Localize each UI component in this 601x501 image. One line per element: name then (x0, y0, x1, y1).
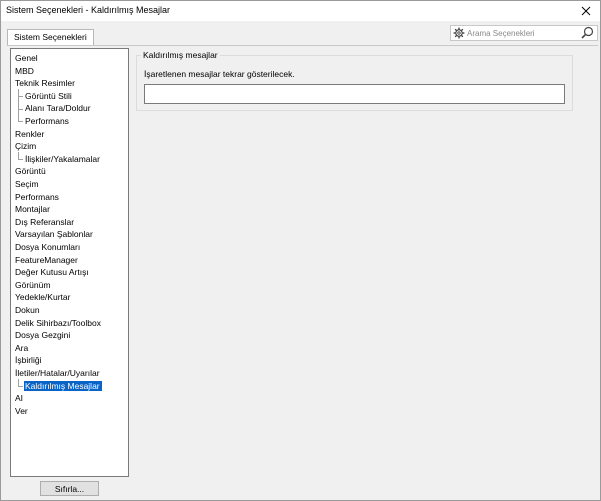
tree-item[interactable]: Görüntü Stili (24, 90, 72, 102)
tree-item[interactable]: AI (15, 392, 23, 404)
tree-connector (18, 378, 19, 386)
gear-icon[interactable] (453, 27, 465, 39)
tree-item-label: Dosya Konumları (15, 242, 81, 252)
tree-connector (18, 88, 19, 122)
tree-item[interactable]: Görünüm (15, 279, 50, 291)
tree-item[interactable]: Çizim (15, 140, 36, 152)
tree-connector (18, 385, 23, 387)
tree-item-label: Görüntü Stili (25, 90, 72, 101)
tree-connector (18, 159, 23, 161)
tree-item[interactable]: Seçim (15, 178, 39, 190)
title-bar: Sistem Seçenekleri - Kaldırılmış Mesajla… (1, 1, 600, 21)
tree-item[interactable]: Delik Sihirbazı/Toolbox (15, 317, 101, 329)
tree-connector (18, 96, 23, 98)
tree-item-label: Seçim (15, 179, 39, 189)
tree-item-label: Yedekle/Kurtar (15, 292, 71, 303)
tree-item[interactable]: Alanı Tara/Doldur (24, 102, 91, 114)
tree-item-label: Renkler (15, 128, 45, 139)
tree-item[interactable]: Varsayılan Şablonlar (15, 228, 93, 240)
tree-item-label: Delik Sihirbazı/Toolbox (15, 317, 101, 328)
tree-item[interactable]: Performans (15, 191, 59, 203)
tree-item-label: Değer Kutusu Artışı (15, 267, 89, 278)
tree-item[interactable]: Genel (15, 52, 38, 64)
tree-item[interactable]: Performans (24, 115, 69, 127)
tree-item-label: İlişkiler/Yakalamalar (25, 153, 100, 164)
tree-item[interactable]: Montajlar (15, 203, 50, 215)
tree-item-label: Çizim (15, 141, 37, 152)
tree-item[interactable]: Dosya Konumları (15, 241, 80, 253)
tree-item[interactable]: İşbirliği (15, 354, 41, 366)
tree-item[interactable]: Değer Kutusu Artışı (15, 266, 89, 278)
group-title: Kaldırılmış mesajlar (141, 50, 220, 60)
tree-item-label: Dış Referanslar (15, 216, 75, 227)
tree-item-label: Teknik Resimler (15, 78, 75, 89)
tree-item[interactable]: MBD (15, 65, 34, 77)
tree-connector (18, 151, 19, 160)
tree-item[interactable]: Ara (15, 342, 28, 354)
tree-item[interactable]: Dokun (15, 304, 40, 316)
window-title: Sistem Seçenekleri - Kaldırılmış Mesajla… (6, 5, 171, 15)
tree-item[interactable]: Kaldırılmış Mesajlar (24, 380, 102, 392)
group-description: İşaretlenen mesajlar tekrar gösterilecek… (144, 69, 295, 79)
tree-item-label: Montajlar (15, 204, 50, 215)
tab-system-options[interactable]: Sistem Seçenekleri (7, 29, 94, 46)
tree-item-label: Dokun (15, 305, 40, 315)
tree-item-label: İletiler/Hatalar/Uyarılar (15, 368, 100, 378)
tree-item[interactable]: Ver (15, 405, 28, 417)
tree-connector (18, 121, 23, 123)
tree-item-label: Ver (15, 405, 28, 416)
tree-item[interactable]: Yedekle/Kurtar (15, 291, 70, 303)
tree-item[interactable]: İlişkiler/Yakalamalar (24, 153, 100, 165)
tree-item[interactable]: Görüntü (15, 165, 46, 177)
tree-item-label: AI (15, 393, 24, 404)
options-tree[interactable]: Genel MBD Teknik Resimler Görüntü Stili Alan… (10, 48, 129, 477)
dismissed-messages-list[interactable] (144, 84, 565, 104)
close-button[interactable] (578, 3, 594, 19)
dismissed-messages-group: Kaldırılmış mesajlar İşaretlenen mesajla… (136, 50, 573, 111)
tree-item-label: FeatureManager (15, 254, 78, 265)
tree-item-label: Görünüm (15, 279, 51, 290)
tree-item[interactable]: Dış Referanslar (15, 216, 74, 228)
tree-item-label: Görüntü (15, 166, 46, 177)
tree-item-label: Performans (15, 191, 59, 202)
tree-item-label: MBD (15, 65, 34, 76)
search-box[interactable] (450, 25, 598, 41)
tree-item-label: İşbirliği (15, 355, 42, 366)
tree-item-label: Performans (25, 116, 69, 126)
tree-item-label: Ara (15, 342, 29, 353)
tree-item-label: Kaldırılmış Mesajlar (24, 380, 102, 391)
options-dialog: Sistem Seçenekleri - Kaldırılmış Mesajla… (0, 0, 601, 501)
tree-item-label: Varsayılan Şablonlar (15, 229, 93, 240)
reset-button[interactable]: Sıfırla... (40, 481, 99, 496)
close-icon (581, 6, 591, 16)
tree-item-label: Genel (15, 53, 38, 63)
tree-item[interactable]: Dosya Gezgini (15, 329, 70, 341)
search-icon[interactable] (581, 26, 595, 40)
tree-item[interactable]: Renkler (15, 128, 44, 140)
tree-connector (18, 108, 23, 110)
search-input[interactable] (467, 26, 577, 40)
tree-item[interactable]: Teknik Resimler (15, 77, 75, 89)
tree-item-label: Alanı Tara/Doldur (25, 103, 91, 114)
tree-item[interactable]: İletiler/Hatalar/Uyarılar (15, 367, 100, 379)
tree-item-label: Dosya Gezgini (15, 330, 71, 341)
tree-item[interactable]: FeatureManager (15, 254, 78, 266)
